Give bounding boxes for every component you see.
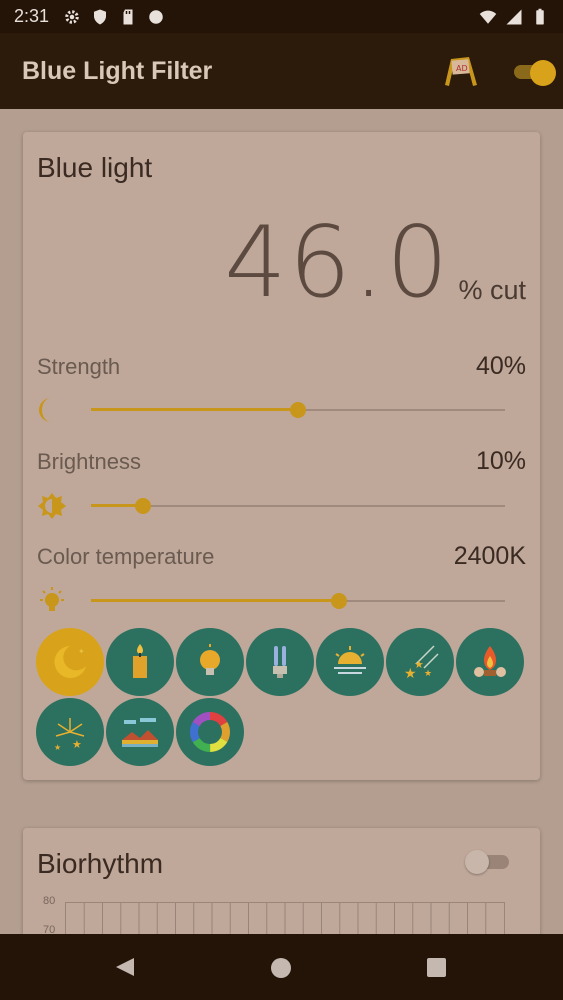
gear-icon: [65, 9, 79, 24]
sd-card-icon: [123, 9, 133, 24]
preset-campfire[interactable]: [456, 628, 524, 696]
shield-icon: [94, 9, 107, 24]
strength-slider-thumb[interactable]: [290, 402, 306, 418]
strength-value: 40%: [475, 352, 526, 380]
battery-icon: [536, 8, 544, 24]
signal-icon: [506, 9, 522, 24]
color-wheel-icon: [190, 712, 230, 752]
campfire-icon: [474, 646, 506, 677]
biorhythm-toggle-thumb: [465, 850, 489, 874]
candle-icon: [133, 644, 147, 678]
ad-sign-icon[interactable]: AD: [443, 53, 479, 89]
shooting-stars-icon: ★★★: [404, 645, 439, 681]
cut-value: 46.0: [224, 206, 451, 320]
circle-icon: [149, 9, 163, 24]
preset-shooting-stars[interactable]: ★ ★ ★: [386, 628, 454, 696]
ad-label: AD: [456, 64, 468, 73]
svg-text:★: ★: [414, 659, 424, 671]
brightness-slider[interactable]: [91, 496, 505, 516]
svg-text:★: ★: [72, 739, 82, 751]
preset-color-wheel[interactable]: [176, 698, 244, 766]
preset-fluorescent[interactable]: [246, 628, 314, 696]
color-temperature-slider[interactable]: [91, 591, 505, 611]
app-title: Blue Light Filter: [22, 56, 213, 85]
recent-apps-icon[interactable]: [427, 958, 446, 977]
biorhythm-title: Biorhythm: [37, 848, 164, 879]
moon-icon: ✦: [54, 646, 86, 678]
color-temperature-label: Color temperature: [37, 544, 215, 569]
brightness-label: Brightness: [37, 449, 141, 474]
color-temperature-value: 2400K: [453, 542, 526, 570]
color-temperature-slider-thumb[interactable]: [331, 593, 348, 609]
fluorescent-icon: [273, 646, 287, 678]
sunset-icon: [334, 646, 366, 674]
cut-unit: % cut: [458, 275, 526, 305]
filter-toggle-thumb: [530, 60, 556, 86]
status-time: 2:31: [14, 6, 50, 26]
brightness-icon: [38, 493, 66, 519]
biorhythm-toggle[interactable]: [465, 850, 513, 874]
brightness-slider-thumb[interactable]: [134, 498, 151, 514]
filter-toggle[interactable]: [514, 60, 556, 86]
brightness-value: 10%: [475, 447, 526, 475]
blue-light-title: Blue light: [37, 152, 153, 183]
preset-sunset[interactable]: [316, 628, 384, 696]
strength-slider[interactable]: [91, 400, 505, 420]
color-temperature-slider-fill: [91, 599, 340, 602]
moon-icon: [39, 398, 51, 422]
preset-bulb[interactable]: [176, 628, 244, 696]
wifi-icon: [479, 10, 497, 24]
preset-moon[interactable]: ✦: [36, 628, 104, 696]
bulb-rays-icon: [40, 587, 64, 611]
landscape-icon: [122, 718, 158, 747]
bulb-icon: [200, 644, 220, 675]
back-icon[interactable]: [114, 956, 136, 978]
strength-label: Strength: [37, 354, 121, 379]
strength-slider-fill: [91, 408, 298, 411]
preset-landscape[interactable]: [106, 698, 174, 766]
preset-candle[interactable]: [106, 628, 174, 696]
app-bar: Blue Light Filter AD: [0, 33, 563, 109]
brightness-slider-track: [91, 505, 505, 507]
blue-light-card: Blue light 46.0 % cut Strength 40% Brigh…: [23, 132, 540, 780]
navigation-bar: [0, 934, 563, 1000]
fireworks-icon: ★★: [54, 718, 85, 752]
svg-text:✦: ✦: [78, 647, 85, 656]
svg-text:★: ★: [54, 743, 61, 752]
preset-fireworks[interactable]: ★ ★: [36, 698, 104, 766]
home-icon[interactable]: [271, 958, 291, 978]
status-bar: 2:31: [0, 0, 563, 33]
biorhythm-y-label: 80: [43, 895, 56, 907]
svg-text:★: ★: [424, 668, 432, 678]
cut-readout: 46.0 % cut: [224, 214, 526, 312]
